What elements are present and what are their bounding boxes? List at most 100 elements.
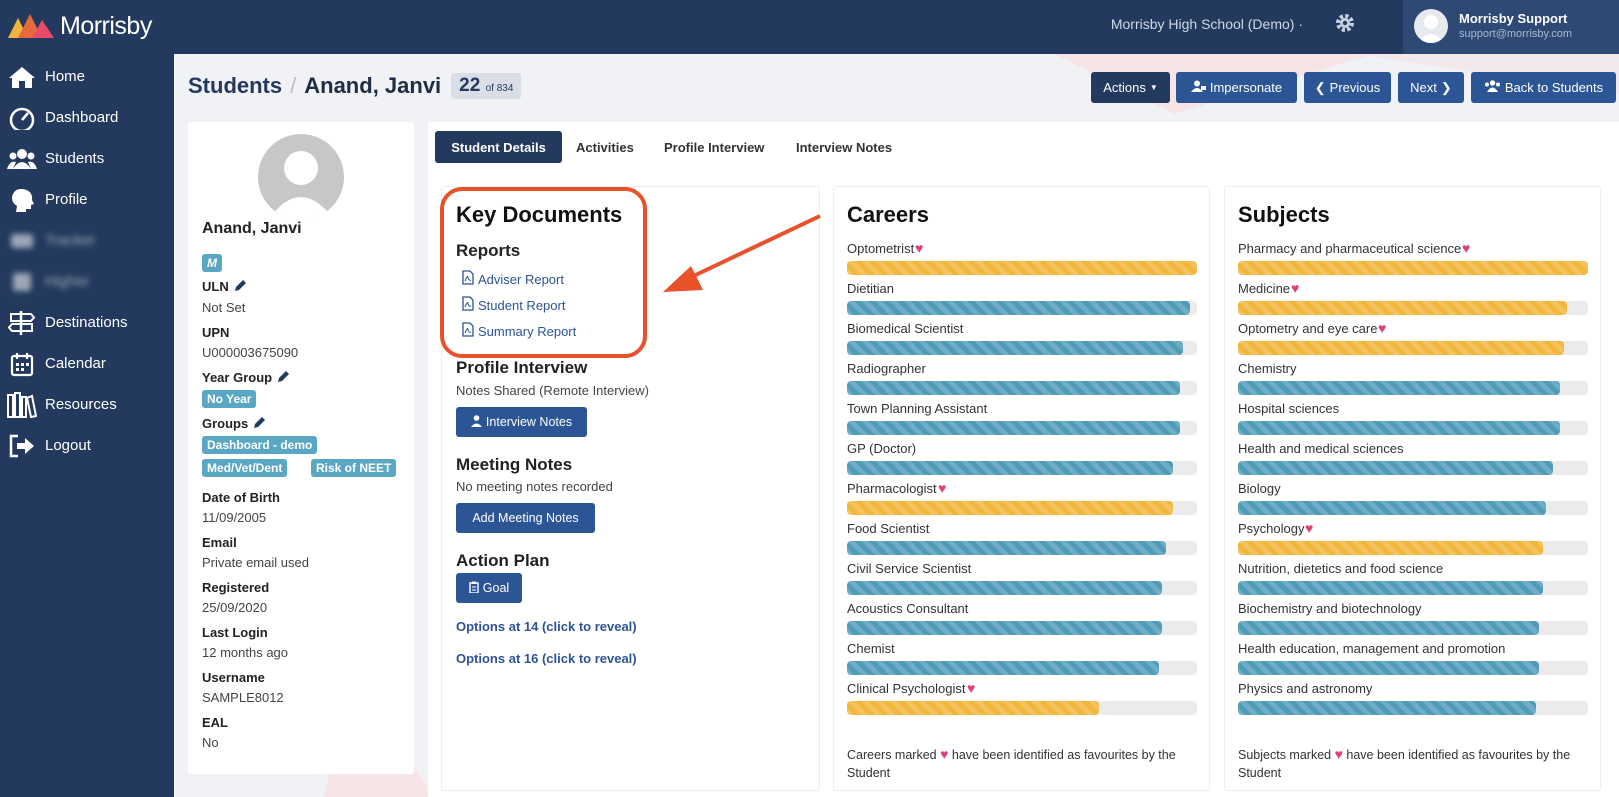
add-meeting-notes-button[interactable]: Add Meeting Notes <box>456 503 595 533</box>
dob-value: 11/09/2005 <box>202 510 267 525</box>
tab-interview-notes[interactable]: Interview Notes <box>796 131 892 163</box>
last-login-label: Last Login <box>202 625 268 640</box>
sidebar-item-label: Higher <box>45 273 90 290</box>
sidebar-item-label: Tracker <box>45 232 96 249</box>
career-row[interactable]: Pharmacologist ♥ <box>847 480 1197 519</box>
dob-label: Date of Birth <box>202 490 280 505</box>
favourite-heart-icon: ♥ <box>967 680 976 696</box>
previous-button[interactable]: ❮ Previous <box>1304 72 1391 103</box>
gear-icon[interactable] <box>1334 12 1356 34</box>
sidebar-item-dashboard[interactable]: Dashboard <box>0 97 174 138</box>
subject-label: Health education, management and promoti… <box>1238 641 1506 656</box>
interview-notes-button[interactable]: Interview Notes <box>456 407 587 437</box>
subject-label: Pharmacy and pharmaceutical science <box>1238 241 1462 256</box>
tab-profile-interview[interactable]: Profile Interview <box>664 131 764 163</box>
sidebar-item-profile[interactable]: Profile <box>0 179 174 220</box>
dashboard-icon <box>6 104 38 132</box>
score-bar-track <box>1238 341 1588 355</box>
subject-row[interactable]: Optometry and eye care ♥ <box>1238 320 1588 359</box>
career-label: Acoustics Consultant <box>847 601 969 616</box>
score-bar-track <box>847 581 1197 595</box>
subject-row[interactable]: Nutrition, dietetics and food science <box>1238 561 1588 599</box>
subject-row[interactable]: Health and medical sciences <box>1238 441 1588 479</box>
actions-label: Actions <box>1103 80 1146 95</box>
impersonate-button[interactable]: Impersonate <box>1176 72 1297 103</box>
subject-row[interactable]: Health education, management and promoti… <box>1238 641 1588 679</box>
actions-button[interactable]: Actions ▼ <box>1091 72 1170 103</box>
score-bar-fill <box>847 381 1180 395</box>
group-badge: Risk of NEET <box>311 459 397 477</box>
career-row[interactable]: Optometrist ♥ <box>847 240 1197 279</box>
options-16-link[interactable]: Options at 16 (click to reveal) <box>456 651 637 666</box>
sidebar-item-higher[interactable]: Higher <box>0 261 174 302</box>
pencil-icon[interactable] <box>252 416 266 433</box>
score-bar-track <box>847 261 1197 275</box>
subjects-title: Subjects <box>1238 202 1330 227</box>
subject-label: Health and medical sciences <box>1238 441 1404 456</box>
subject-row[interactable]: Biochemistry and biotechnology <box>1238 601 1588 639</box>
sidebar: Morrisby Home Dashboard Students Profile… <box>0 0 174 797</box>
highlight-box <box>440 187 647 358</box>
next-button[interactable]: Next ❯ <box>1398 72 1464 103</box>
career-row[interactable]: Dietitian <box>847 281 1197 319</box>
record-count-badge: 22 of 834 <box>451 73 522 99</box>
sidebar-item-tracker[interactable]: Tracker <box>0 220 174 261</box>
sidebar-item-destinations[interactable]: Destinations <box>0 302 174 343</box>
career-row[interactable]: Chemist <box>847 641 1197 679</box>
career-row[interactable]: Clinical Psychologist ♥ <box>847 680 1197 719</box>
sidebar-item-calendar[interactable]: Calendar <box>0 343 174 384</box>
upn-label: UPN <box>202 325 230 340</box>
subject-row[interactable]: Hospital sciences <box>1238 401 1588 439</box>
user-menu[interactable]: Morrisby Support support@morrisby.com <box>1403 0 1619 54</box>
career-row[interactable]: Town Planning Assistant <box>847 401 1197 439</box>
morrisby-logo[interactable]: Morrisby <box>8 8 152 44</box>
career-row[interactable]: Radiographer <box>847 361 1197 399</box>
career-label: Dietitian <box>847 281 894 296</box>
goal-button[interactable]: Goal <box>456 573 522 603</box>
logout-icon <box>6 432 38 460</box>
clipboard-icon <box>469 581 479 596</box>
sidebar-item-home[interactable]: Home <box>0 56 174 97</box>
career-row[interactable]: GP (Doctor) <box>847 441 1197 479</box>
score-bar-fill <box>1238 701 1536 715</box>
signpost-icon <box>6 309 38 337</box>
breadcrumb-students-link[interactable]: Students <box>188 73 282 99</box>
score-bar-track <box>847 701 1197 715</box>
career-row[interactable]: Acoustics Consultant <box>847 601 1197 639</box>
subject-row[interactable]: Chemistry <box>1238 361 1588 399</box>
uln-value: Not Set <box>202 300 246 315</box>
tracker-icon <box>6 227 38 255</box>
career-row[interactable]: Civil Service Scientist <box>847 561 1197 599</box>
career-label: Food Scientist <box>847 521 930 536</box>
career-row[interactable]: Biomedical Scientist <box>847 321 1197 359</box>
tab-student-details[interactable]: Student Details <box>435 131 562 163</box>
subject-row[interactable]: Biology <box>1238 481 1588 519</box>
career-row[interactable]: Food Scientist <box>847 521 1197 559</box>
higher-icon <box>6 268 38 296</box>
options-14-link[interactable]: Options at 14 (click to reveal) <box>456 619 637 634</box>
sidebar-item-students[interactable]: Students <box>0 138 174 179</box>
subject-row[interactable]: Physics and astronomy <box>1238 681 1588 719</box>
school-selector[interactable]: Morrisby High School (Demo) · <box>1111 16 1303 32</box>
sidebar-item-resources[interactable]: Resources <box>0 384 174 425</box>
annotation-arrow-icon <box>663 214 821 292</box>
subject-row[interactable]: Pharmacy and pharmaceutical science ♥ <box>1238 240 1588 279</box>
profile-interview-title: Profile Interview <box>456 358 588 377</box>
back-to-students-button[interactable]: Back to Students <box>1471 72 1616 103</box>
pencil-icon[interactable] <box>276 370 290 387</box>
subject-row[interactable]: Medicine ♥ <box>1238 280 1588 319</box>
tab-activities[interactable]: Activities <box>576 131 634 163</box>
careers-title: Careers <box>847 202 929 227</box>
score-bar-fill <box>1238 261 1588 275</box>
score-bar-fill <box>847 621 1162 635</box>
score-bar-fill <box>847 541 1166 555</box>
eal-value: No <box>202 735 219 750</box>
score-bar-track <box>1238 621 1588 635</box>
gender-badge: M <box>202 254 222 272</box>
score-bar-fill <box>1238 541 1543 555</box>
email-label: Email <box>202 535 237 550</box>
pencil-icon[interactable] <box>233 279 247 296</box>
subject-row[interactable]: Psychology ♥ <box>1238 520 1588 559</box>
sidebar-item-logout[interactable]: Logout <box>0 425 174 466</box>
logo-mark-icon <box>8 14 54 38</box>
